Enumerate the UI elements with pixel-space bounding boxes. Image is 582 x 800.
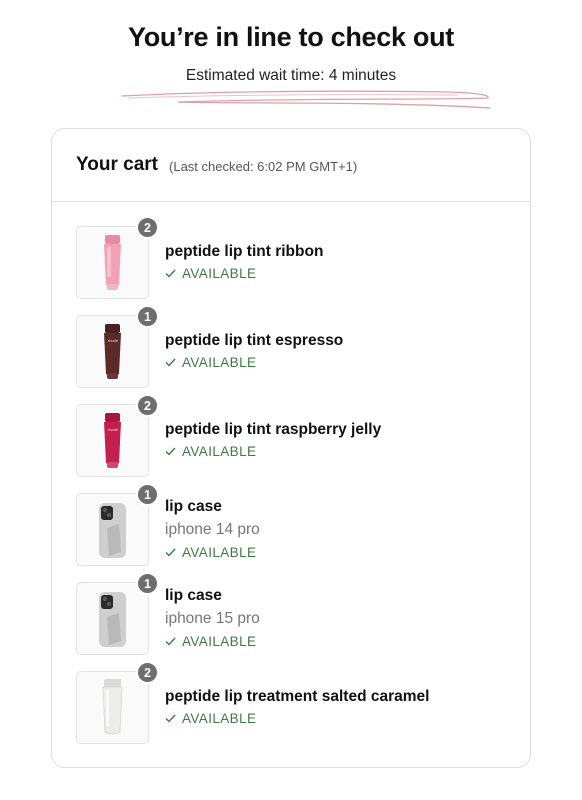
- lip-tint-tube-icon: rhode: [104, 413, 121, 468]
- checkmark-icon: [165, 358, 176, 367]
- cart-item[interactable]: 2 peptide lip tint ribbon AVAILABLE: [76, 216, 516, 300]
- page-title: You’re in line to check out: [128, 22, 454, 52]
- product-thumbnail: rhode 1: [76, 305, 159, 388]
- product-thumbnail: rhode 2: [76, 394, 159, 477]
- checkmark-icon: [165, 447, 176, 456]
- cart-title: Your cart: [76, 154, 159, 175]
- cart-item[interactable]: rhode 1 peptide lip tint espresso AVAILA…: [76, 305, 516, 389]
- product-thumbnail: 2: [76, 216, 159, 299]
- product-thumbnail: 1: [76, 483, 159, 566]
- quantity-badge: 1: [136, 572, 159, 595]
- product-name: peptide lip tint espresso: [165, 331, 344, 349]
- product-name: peptide lip treatment salted caramel: [165, 687, 430, 705]
- product-name: lip case: [165, 586, 222, 604]
- availability-status: AVAILABLE: [165, 352, 505, 374]
- cart-item[interactable]: 2 peptide lip treatment salted caramel A…: [76, 661, 516, 745]
- phone-case-icon: [99, 592, 126, 647]
- checkmark-icon: [165, 637, 176, 646]
- product-name: lip case: [165, 497, 222, 515]
- product-thumbnail: 2: [76, 661, 159, 744]
- checkmark-icon: [165, 269, 176, 278]
- svg-text:rhode: rhode: [108, 427, 119, 432]
- lip-treatment-tube-icon: [102, 679, 123, 735]
- quantity-badge: 2: [136, 394, 159, 417]
- checkmark-icon: [165, 714, 176, 723]
- cart-item[interactable]: rhode 2 peptide lip tint raspberry jelly…: [76, 394, 516, 478]
- product-name: peptide lip tint raspberry jelly: [165, 420, 382, 438]
- availability-status: AVAILABLE: [165, 441, 505, 463]
- product-name: peptide lip tint ribbon: [165, 242, 324, 260]
- availability-status: AVAILABLE: [165, 263, 505, 285]
- quantity-badge: 2: [136, 661, 159, 684]
- product-thumbnail: 1: [76, 572, 159, 655]
- quantity-badge: 1: [136, 305, 159, 328]
- lip-tint-tube-icon: rhode: [104, 324, 121, 379]
- checkout-queue-page: You’re in line to check out Estimated wa…: [0, 0, 582, 800]
- availability-status: AVAILABLE: [165, 708, 505, 730]
- cart-header: Your cart (Last checked: 6:02 PM GMT+1): [52, 129, 530, 202]
- cart-item[interactable]: 1 lip case iphone 14 pro AVAILABLE: [76, 483, 516, 567]
- last-checked-timestamp: (Last checked: 6:02 PM GMT+1): [169, 159, 358, 174]
- wait-time-text: Estimated wait time: 4 minutes: [185, 67, 397, 84]
- quantity-badge: 2: [136, 216, 159, 239]
- phone-case-icon: [99, 503, 126, 558]
- quantity-badge: 1: [136, 483, 159, 506]
- svg-text:rhode: rhode: [108, 338, 119, 343]
- scribble-underline-decoration: [121, 90, 491, 109]
- availability-status: AVAILABLE: [165, 542, 505, 564]
- product-variant: iphone 14 pro: [165, 520, 260, 538]
- cart-item[interactable]: 1 lip case iphone 15 pro AVAILABLE: [76, 572, 516, 656]
- availability-status: AVAILABLE: [165, 631, 505, 653]
- checkmark-icon: [165, 548, 176, 557]
- lip-tint-tube-icon: [104, 235, 121, 290]
- product-variant: iphone 15 pro: [165, 609, 260, 627]
- cart-card: Your cart (Last checked: 6:02 PM GMT+1) …: [51, 128, 531, 768]
